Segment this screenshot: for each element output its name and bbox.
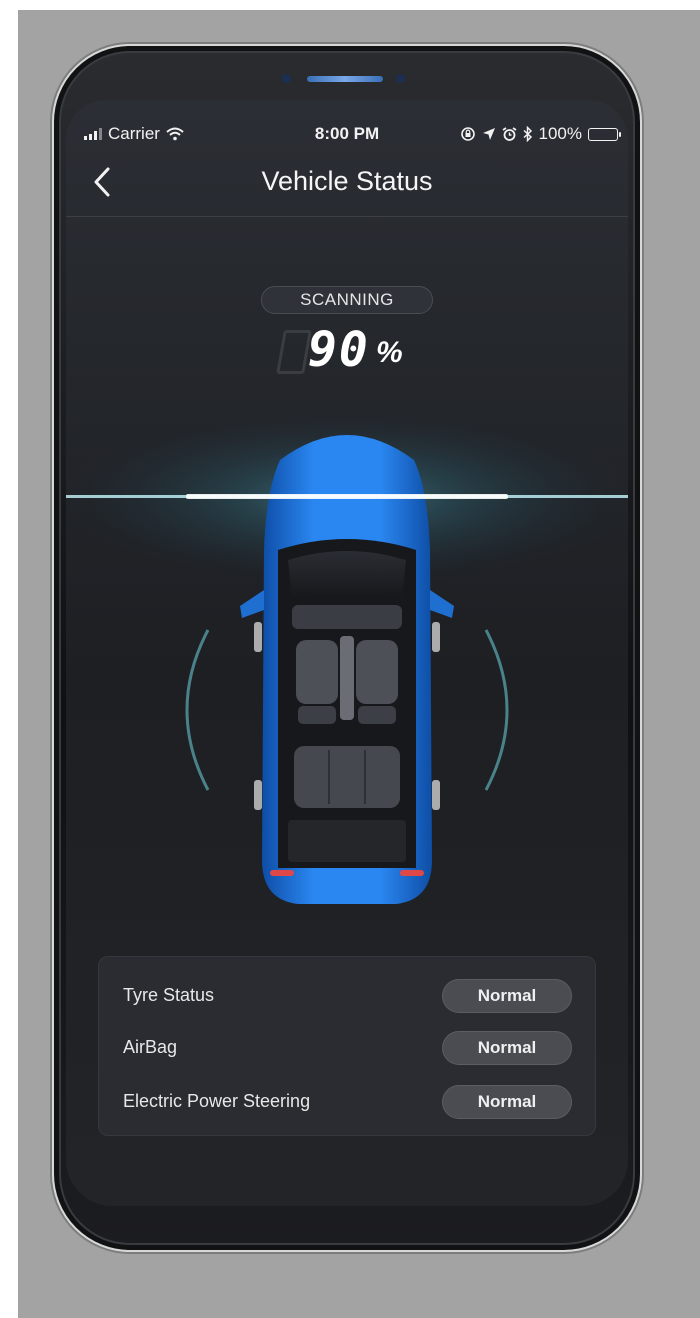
vehicle-status-card: Tyre Status Normal AirBag Normal Electri… [98, 956, 596, 1136]
status-row-tyre[interactable]: Tyre Status Normal [99, 977, 597, 1017]
car-top-view-image [66, 410, 628, 904]
lock-rotation-icon [460, 127, 475, 141]
status-label: AirBag [123, 1037, 178, 1057]
status-bar: Carrier 8:00 PM 100% [66, 124, 628, 148]
front-camera [282, 74, 291, 83]
status-label: Electric Power Steering [123, 1091, 311, 1111]
scan-percent-sign: % [376, 336, 403, 369]
vehicle-illustration [66, 400, 628, 920]
battery-percent: 100% [538, 124, 582, 143]
status-row-airbag[interactable]: AirBag Normal [99, 1029, 597, 1069]
earpiece-speaker [307, 76, 383, 82]
status-label: Tyre Status [123, 985, 215, 1005]
battery-icon [588, 127, 621, 141]
location-arrow-icon [482, 128, 495, 140]
status-badge: Normal [442, 1031, 572, 1065]
scan-progress: 90 % [66, 322, 628, 382]
scan-percent-value: 90 [308, 322, 370, 378]
page-title: Vehicle Status [261, 166, 433, 196]
scanning-badge: SCANNING [261, 286, 433, 314]
status-badge: Normal [442, 1085, 572, 1119]
app-screen: Carrier 8:00 PM 100% Vehicle Status SCAN… [66, 100, 628, 1206]
status-badge: Normal [442, 979, 572, 1013]
bluetooth-icon [523, 126, 532, 142]
status-row-power-steering[interactable]: Electric Power Steering Normal [99, 1083, 597, 1123]
navigation-bar: Vehicle Status [66, 154, 628, 217]
alarm-icon [502, 126, 517, 141]
digit-placeholder [276, 330, 312, 374]
front-sensor [396, 74, 405, 83]
phone-frame: Carrier 8:00 PM 100% Vehicle Status SCAN… [52, 44, 642, 1252]
